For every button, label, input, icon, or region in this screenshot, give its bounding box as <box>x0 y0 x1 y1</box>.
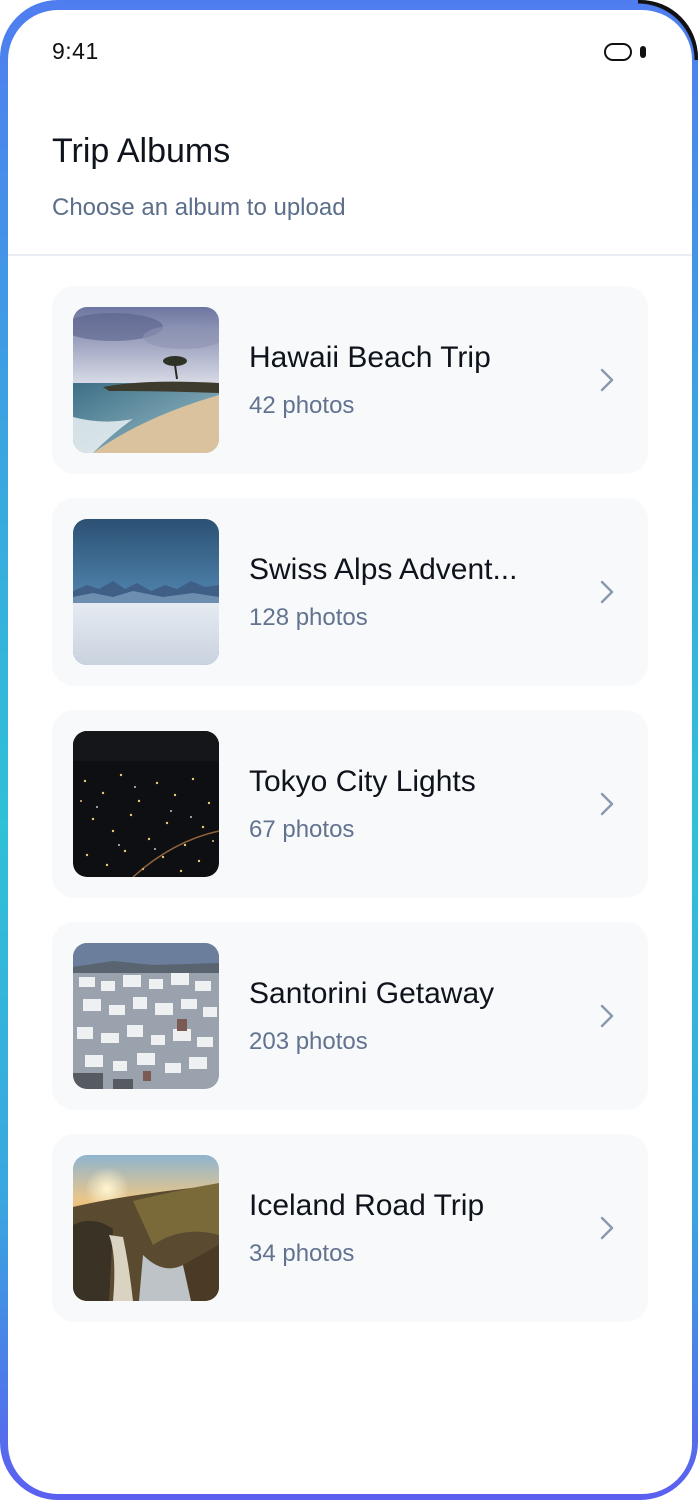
beach-photo-thumbnail <box>73 307 219 453</box>
chevron-right-icon <box>600 1004 614 1028</box>
album-photo-count: 34 photos <box>249 1240 355 1267</box>
chevron-right-icon <box>600 1216 614 1240</box>
app-screen: 9:41 Trip Albums Choose an album to uplo… <box>8 10 692 1494</box>
album-name: Hawaii Beach Trip <box>249 341 491 374</box>
album-photo-count: 203 photos <box>249 1028 368 1055</box>
device-frame: 9:41 Trip Albums Choose an album to uplo… <box>0 0 698 1500</box>
album-photo-count: 67 photos <box>249 816 355 843</box>
album-name: Swiss Alps Advent... <box>249 553 518 586</box>
page-title: Trip Albums <box>52 132 231 170</box>
album-item-santorini[interactable]: Santorini Getaway 203 photos <box>52 922 648 1110</box>
chevron-right-icon <box>600 368 614 392</box>
album-list: Hawaii Beach Trip 42 photos Swiss Alps A… <box>52 286 648 1346</box>
city-night-photo-thumbnail <box>73 731 219 877</box>
status-bar: 9:41 <box>8 10 692 94</box>
mountains-photo-thumbnail <box>73 519 219 665</box>
album-item-hawaii[interactable]: Hawaii Beach Trip 42 photos <box>52 286 648 474</box>
camera-cutout-icon <box>604 43 632 61</box>
album-name: Iceland Road Trip <box>249 1189 485 1222</box>
album-photo-count: 128 photos <box>249 604 368 631</box>
album-name: Tokyo City Lights <box>249 765 476 798</box>
sensor-dot-icon <box>640 46 646 58</box>
album-photo-count: 42 photos <box>249 392 355 419</box>
village-photo-thumbnail <box>73 943 219 1089</box>
status-time: 9:41 <box>52 38 99 64</box>
waterfall-sunset-photo-thumbnail <box>73 1155 219 1301</box>
album-name: Santorini Getaway <box>249 977 495 1010</box>
album-item-swiss-alps[interactable]: Swiss Alps Advent... 128 photos <box>52 498 648 686</box>
header: Trip Albums Choose an album to upload <box>8 94 692 256</box>
album-item-iceland[interactable]: Iceland Road Trip 34 photos <box>52 1134 648 1322</box>
page-subtitle: Choose an album to upload <box>52 194 346 221</box>
album-item-tokyo[interactable]: Tokyo City Lights 67 photos <box>52 710 648 898</box>
chevron-right-icon <box>600 792 614 816</box>
chevron-right-icon <box>600 580 614 604</box>
